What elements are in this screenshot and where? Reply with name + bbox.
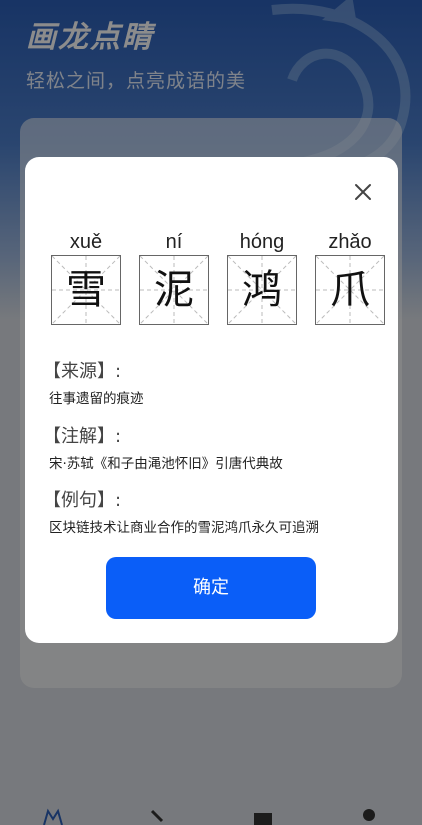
character-grid: 爪	[315, 255, 385, 325]
idiom-characters: xuě 雪 ní 泥 hóng 鸿 zhǎo 爪	[51, 231, 385, 327]
idiom-char-3: hóng 鸿	[227, 231, 297, 327]
idiom-detail-dialog: xuě 雪 ní 泥 hóng 鸿 zhǎo 爪 【来源】: 往事遗留的痕迹 【…	[25, 157, 398, 643]
close-icon[interactable]	[350, 179, 376, 205]
pinyin: zhǎo	[328, 231, 372, 253]
pinyin: ní	[165, 231, 183, 253]
character-grid: 泥	[139, 255, 209, 325]
example-label: 【例句】:	[43, 490, 122, 511]
idiom-character: 鸿	[242, 267, 282, 313]
annotation-text: 宋·苏轼《和子由渑池怀旧》引唐代典故	[49, 456, 283, 472]
character-grid: 雪	[51, 255, 121, 325]
idiom-character: 爪	[330, 267, 370, 313]
pinyin: xuě	[69, 231, 103, 253]
idiom-char-1: xuě 雪	[51, 231, 121, 327]
example-text: 区块链技术让商业合作的雪泥鸿爪永久可追溯	[49, 520, 319, 536]
character-grid: 鸿	[227, 255, 297, 325]
source-text: 往事遗留的痕迹	[49, 391, 144, 407]
idiom-character: 雪	[66, 267, 106, 313]
idiom-character: 泥	[154, 267, 194, 313]
annotation-label: 【注解】:	[43, 426, 122, 447]
confirm-button[interactable]: 确定	[106, 557, 316, 619]
idiom-char-2: ní 泥	[139, 231, 209, 327]
idiom-char-4: zhǎo 爪	[315, 231, 385, 327]
source-label: 【来源】:	[43, 361, 122, 382]
pinyin: hóng	[239, 231, 285, 253]
